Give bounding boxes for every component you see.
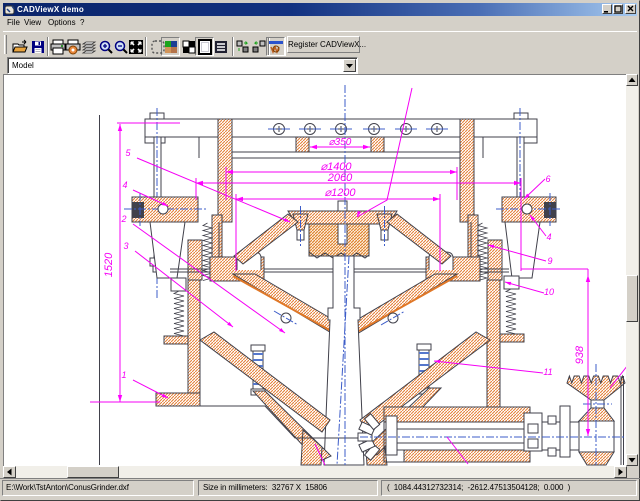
svg-text:1520: 1520 xyxy=(103,252,115,277)
svg-text:10: 10 xyxy=(544,287,554,297)
svg-text:4: 4 xyxy=(122,180,127,190)
svg-text:5: 5 xyxy=(125,148,131,158)
svg-text:⌀350: ⌀350 xyxy=(329,137,352,148)
svg-text:6: 6 xyxy=(545,174,550,184)
svg-text:11: 11 xyxy=(543,367,552,377)
svg-text:2060: 2060 xyxy=(327,172,353,184)
svg-text:4: 4 xyxy=(546,232,551,242)
svg-text:9: 9 xyxy=(547,256,552,266)
svg-text:938: 938 xyxy=(574,345,586,364)
svg-text:⌀1200: ⌀1200 xyxy=(324,187,356,199)
svg-text:3: 3 xyxy=(123,241,128,251)
svg-text:1: 1 xyxy=(121,370,126,380)
svg-text:2: 2 xyxy=(120,214,126,224)
